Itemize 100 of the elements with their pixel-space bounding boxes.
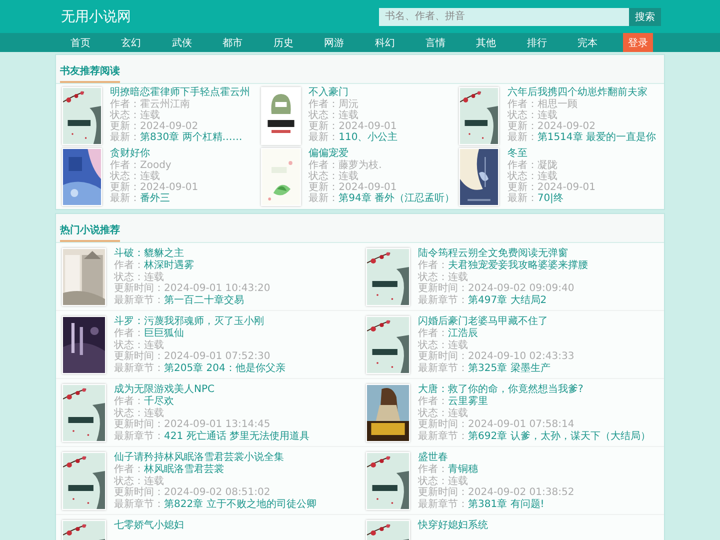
info-label: 状态：: [418, 340, 448, 350]
info-value: 2024-09-01: [338, 121, 397, 132]
nav-link[interactable]: 其他: [460, 33, 512, 52]
nav-link[interactable]: 武侠: [156, 33, 208, 52]
info-label: 最新：: [507, 193, 538, 204]
book-title[interactable]: 明撩暗恋霍律师下手轻点霍云州: [110, 87, 250, 99]
section-title: 书友推荐阅读: [60, 64, 120, 83]
info-value: 2024-09-02 08:51:02: [164, 487, 270, 498]
info-label: 作者：: [110, 99, 140, 110]
nav-link[interactable]: 都市: [207, 33, 258, 52]
nav-link[interactable]: 言情: [410, 33, 461, 52]
info-link[interactable]: 第1514章 最爱的一直是你: [537, 132, 656, 143]
info-label: 状态：: [418, 476, 448, 486]
book-title[interactable]: 斗罗：污蔑我邪魂师，灭了玉小刚: [114, 316, 264, 328]
info-label: 作者：: [507, 99, 538, 110]
nav-link[interactable]: 完本: [562, 33, 614, 52]
login-button[interactable]: 登录: [623, 33, 654, 52]
info-label: 最新章节：: [114, 430, 164, 442]
info-link[interactable]: 第822章 立于不败之地的司徒公卿: [164, 498, 316, 510]
book-title[interactable]: 贪财好你: [110, 148, 150, 160]
info-value: 连载: [144, 476, 164, 486]
info-link[interactable]: 第692章 认爹，太孙，谋天下（大结局）: [468, 430, 650, 442]
info-value: 相思一顾: [537, 99, 578, 110]
info-label: 最新：: [507, 132, 538, 143]
book-title[interactable]: 成为无限游戏美人NPC: [114, 384, 214, 396]
info-value: 连载: [537, 171, 558, 182]
info-link[interactable]: 第205章 204：他是你父亲: [164, 362, 286, 374]
nav-link[interactable]: 首页: [55, 33, 106, 52]
book-title[interactable]: 冬至: [507, 148, 528, 160]
info-label: 最新章节：: [114, 498, 164, 510]
info-label: 更新时间：: [418, 419, 468, 430]
info-link[interactable]: 110、小公主: [338, 132, 398, 143]
info-value: 连载: [448, 476, 468, 486]
info-label: 状态：: [110, 171, 140, 182]
info-label: 作者：: [418, 464, 448, 475]
nav-link[interactable]: 玄幻: [106, 33, 156, 52]
info-link[interactable]: 第325章 梁墨生产: [468, 362, 550, 374]
info-link[interactable]: 421 死亡通话 梦里无法使用道具: [164, 430, 310, 442]
book-title[interactable]: 大唐：救了你的命，你竟然想当我爹?: [418, 384, 584, 396]
search-field[interactable]: 书名、作者、拼音: [379, 8, 629, 26]
info-label: 状态：: [308, 171, 339, 182]
info-link[interactable]: 林风眠洛雪君芸裳: [144, 464, 224, 475]
info-value: 连载: [144, 272, 164, 282]
nav-link[interactable]: 历史: [258, 33, 309, 52]
nav-link[interactable]: 科幻: [359, 33, 410, 52]
book-title[interactable]: 闪婚后豪门老婆马甲藏不住了: [418, 316, 548, 328]
info-value: 2024-09-02: [537, 121, 596, 132]
info-value: 2024-09-02: [140, 121, 198, 132]
info-link[interactable]: 江浩辰: [448, 328, 478, 339]
site-logo[interactable]: 无用小说网: [61, 8, 379, 26]
info-label: 更新：: [507, 182, 538, 193]
info-label: 更新：: [110, 121, 140, 132]
info-label: 作者：: [114, 260, 144, 271]
info-link[interactable]: 第830章 两个杠精……: [140, 132, 242, 143]
info-link[interactable]: 千尽欢: [144, 396, 174, 407]
info-label: 更新：: [507, 121, 538, 132]
info-link[interactable]: 夫君独宠爱妾我攻略婆婆来撑腰: [448, 260, 588, 271]
book-title[interactable]: 仙子请矜持林风眠洛雪君芸裳小说全集: [114, 452, 284, 464]
info-link[interactable]: 青铜穗: [448, 464, 478, 475]
info-link[interactable]: 巨巨狐仙: [144, 328, 184, 339]
book-title[interactable]: 六年后我携四个幼崽炸翻前夫家: [507, 87, 648, 99]
search-button[interactable]: 搜索: [629, 8, 661, 26]
info-value: 2024-09-01 07:58:14: [468, 419, 574, 430]
info-value: 2024-09-01: [537, 182, 596, 193]
info-link[interactable]: 第497章 大结局2: [468, 294, 547, 306]
info-label: 更新时间：: [114, 487, 164, 498]
info-label: 状态：: [418, 272, 448, 282]
info-value: 连载: [140, 171, 160, 182]
book-title[interactable]: 偏偏宠爱: [308, 148, 349, 160]
info-label: 更新时间：: [114, 283, 164, 294]
nav-link[interactable]: 网游: [308, 33, 360, 52]
info-label: 作者：: [110, 160, 140, 171]
info-link[interactable]: 第一百二十章交易: [164, 294, 244, 306]
info-link[interactable]: 70|终: [537, 193, 564, 204]
info-label: 状态：: [110, 110, 140, 121]
info-label: 最新章节：: [418, 362, 468, 374]
info-value: 连载: [448, 408, 468, 418]
info-value: 2024-09-02 09:09:40: [468, 283, 574, 294]
book-title[interactable]: 陆令筠程云朔全文免费阅读无弹窗: [418, 248, 568, 260]
book-title[interactable]: 斗破：貔貅之主: [114, 248, 184, 260]
book-title[interactable]: 不入豪门: [308, 87, 349, 99]
info-link[interactable]: 第94章 番外（江忍孟听）: [338, 193, 455, 204]
info-label: 作者：: [308, 99, 339, 110]
book-title[interactable]: 七零娇气小媳妇: [114, 520, 184, 532]
info-link[interactable]: 番外三: [140, 193, 170, 204]
info-value: 藤萝为枝.: [338, 160, 382, 171]
info-value: 凝陇: [537, 160, 558, 171]
info-label: 最新章节：: [114, 362, 164, 374]
info-value: 2024-09-01 13:14:45: [164, 419, 270, 430]
info-value: 2024-09-01 10:43:20: [164, 283, 270, 294]
info-link[interactable]: 林深时遇雾: [144, 260, 194, 271]
book-title[interactable]: 盛世春: [418, 452, 448, 464]
book-title[interactable]: 快穿好媳妇系统: [418, 520, 488, 532]
info-link[interactable]: 第381章 有问题!: [468, 498, 544, 510]
info-link[interactable]: 云里雾里: [448, 396, 488, 407]
nav-link[interactable]: 排行: [512, 33, 562, 52]
info-label: 作者：: [418, 260, 448, 271]
info-label: 最新章节：: [418, 430, 468, 442]
info-label: 状态：: [507, 171, 538, 182]
info-label: 最新章节：: [114, 294, 164, 306]
